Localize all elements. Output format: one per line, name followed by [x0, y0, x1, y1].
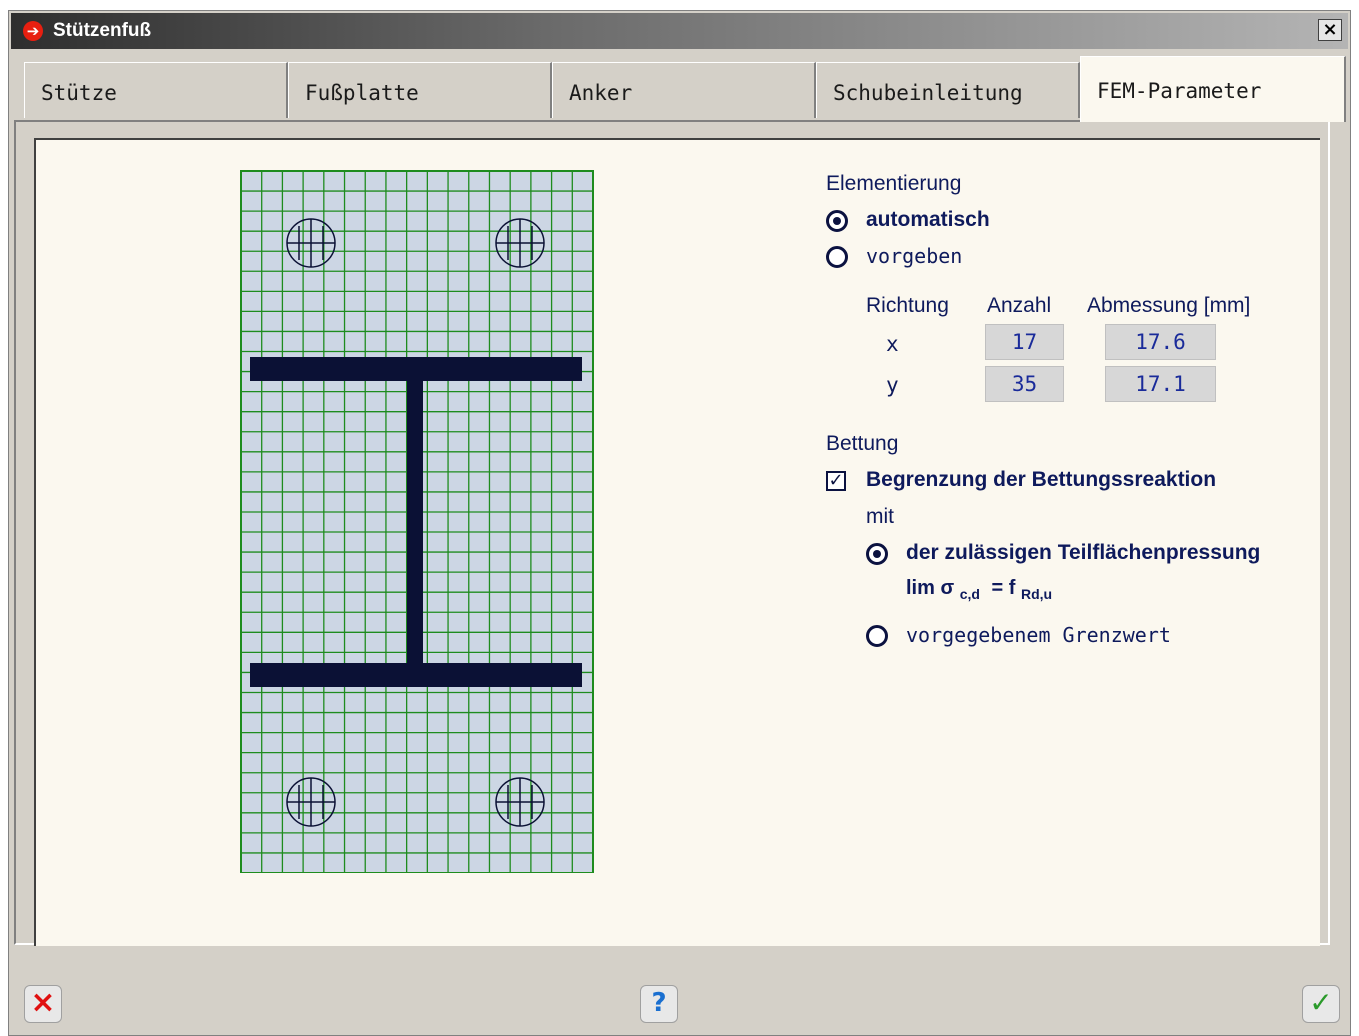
radio-teilflaechenpressung[interactable] — [866, 543, 888, 565]
radio-automatisch[interactable] — [826, 210, 848, 232]
tab-fem-parameter[interactable]: FEM-Parameter — [1080, 56, 1346, 122]
formula-eq: = f — [991, 577, 1016, 599]
checkbox-begrenzung-label[interactable]: Begrenzung der Bettungssreaktion — [866, 468, 1216, 492]
mit-label: mit — [866, 505, 894, 528]
ok-icon: ✓ — [1309, 986, 1333, 1019]
formula-sub-cd: c,d — [959, 586, 980, 602]
elementierung-heading: Elementierung — [826, 172, 962, 195]
count-y-field[interactable]: 35 — [985, 366, 1064, 402]
close-button[interactable]: × — [1318, 19, 1342, 41]
formula-lim: lim σ — [906, 577, 955, 599]
radio-grenzwert-label[interactable]: vorgegebenem Grenzwert — [906, 623, 1171, 647]
formula-limit: lim σ c,d = f Rd,u — [906, 577, 1053, 602]
size-y-field[interactable]: 17.1 — [1105, 366, 1216, 402]
tab-stuetze[interactable]: Stütze — [24, 62, 288, 118]
row-x-direction: x — [886, 332, 899, 356]
radio-teilflaechenpressung-label[interactable]: der zulässigen Teilflächenpressung — [906, 541, 1260, 565]
row-y-direction: y — [886, 373, 899, 397]
radio-vorgeben-label[interactable]: vorgeben — [866, 244, 962, 268]
cancel-icon: × — [30, 985, 56, 1020]
help-button[interactable]: ? — [640, 985, 678, 1023]
column-header-anzahl: Anzahl — [987, 294, 1052, 317]
tab-fussplatte[interactable]: Fußplatte — [288, 62, 552, 118]
radio-automatisch-label[interactable]: automatisch — [866, 208, 990, 232]
ok-button[interactable]: ✓ — [1302, 985, 1340, 1023]
fem-mesh-drawing — [240, 170, 594, 873]
size-x-field[interactable]: 17.6 — [1105, 324, 1216, 360]
formula-sub-rdu: Rd,u — [1020, 586, 1053, 602]
beam-web — [407, 381, 423, 663]
tab-anker[interactable]: Anker — [552, 62, 816, 118]
cancel-button[interactable]: × — [24, 985, 62, 1023]
column-header-abmessung: Abmessung [mm] — [1087, 294, 1251, 317]
column-header-richtung: Richtung — [866, 294, 949, 317]
count-x-field[interactable]: 17 — [985, 324, 1064, 360]
anchor-bolt-bottom-right — [495, 777, 545, 827]
help-icon: ? — [651, 988, 667, 1018]
bettung-heading: Bettung — [826, 432, 899, 455]
radio-grenzwert[interactable] — [866, 625, 888, 647]
window-title: Stützenfuß — [53, 20, 152, 41]
beam-flange-top — [250, 357, 582, 381]
anchor-bolt-bottom-left — [286, 777, 336, 827]
tab-schubeinleitung[interactable]: Schubeinleitung — [816, 62, 1080, 118]
anchor-bolt-top-right — [495, 218, 545, 268]
arrow-right-icon: ➔ — [23, 21, 43, 41]
beam-flange-bottom — [250, 663, 582, 687]
anchor-bolt-top-left — [286, 218, 336, 268]
checkbox-begrenzung[interactable]: ✓ — [826, 471, 846, 491]
title-bar[interactable]: ➔ Stützenfuß × — [11, 13, 1348, 49]
radio-vorgeben[interactable] — [826, 246, 848, 268]
